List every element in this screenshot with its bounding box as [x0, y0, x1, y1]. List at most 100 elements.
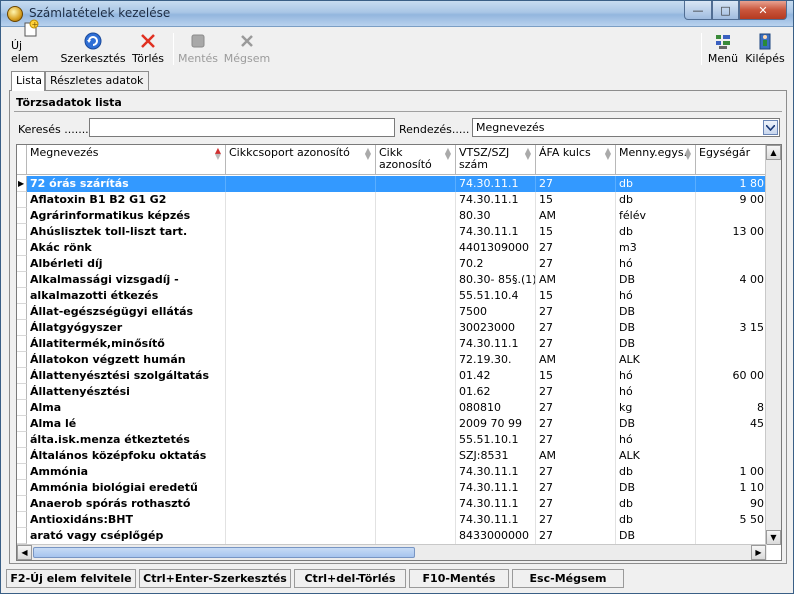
table-cell: db: [616, 464, 696, 480]
scroll-up-icon[interactable]: ▲: [766, 145, 781, 160]
row-indicator[interactable]: [17, 320, 27, 336]
table-cell: 80.30- 85§.(1).i.: [456, 272, 536, 288]
table-row[interactable]: Alma 080810 27 kg 8: [27, 400, 767, 416]
chevron-down-icon[interactable]: [763, 120, 778, 135]
new-item-button[interactable]: + Új elem: [11, 19, 51, 67]
table-row[interactable]: Ammónia biológiai eredetű 74.30.11.1 27 DB 1…: [27, 480, 767, 496]
table-cell: 27: [536, 512, 616, 528]
column-header-name[interactable]: Megnevezés ▲ ▼: [27, 145, 226, 175]
table-row[interactable]: alkalmazotti étkezés 55.51.10.4 15 hó: [27, 288, 767, 304]
row-indicator[interactable]: [17, 528, 27, 544]
title-bar[interactable]: Számlatételek kezelése — □ ✕: [1, 1, 793, 27]
row-indicator[interactable]: [17, 496, 27, 512]
row-indicator[interactable]: [17, 272, 27, 288]
table-row[interactable]: Ammónia 74.30.11.1 27 db 1 00: [27, 464, 767, 480]
save-button[interactable]: Mentés: [178, 31, 218, 67]
minimize-button[interactable]: —: [684, 1, 712, 20]
row-indicator[interactable]: [17, 416, 27, 432]
row-indicator[interactable]: [17, 208, 27, 224]
table-cell: [696, 288, 767, 304]
column-header-group-id[interactable]: Cikkcsoport azonosító ▲ ▼: [226, 145, 376, 175]
horizontal-scrollbar[interactable]: ◀ ▶: [17, 544, 767, 560]
scroll-left-icon[interactable]: ◀: [17, 545, 32, 560]
row-indicator[interactable]: [17, 464, 27, 480]
menu-button[interactable]: Menü: [707, 31, 739, 67]
sort-icon[interactable]: ▲ ▼: [525, 147, 531, 161]
vertical-scrollbar[interactable]: ▲ ▼: [765, 145, 781, 545]
row-indicator[interactable]: ▶: [17, 176, 27, 192]
table-row[interactable]: Állattenyésztési szolgáltatás 01.42 15 hó 60…: [27, 368, 767, 384]
table-row[interactable]: Antioxidáns:BHT 74.30.11.1 27 db 5 50: [27, 512, 767, 528]
row-indicator[interactable]: [17, 224, 27, 240]
exit-label: Kilépés: [745, 52, 785, 65]
table-row[interactable]: Ahúslisztek toll-liszt tart. 74.30.11.1 15…: [27, 224, 767, 240]
close-button[interactable]: ✕: [739, 1, 787, 20]
scroll-down-icon[interactable]: ▼: [766, 530, 781, 545]
table-row[interactable]: Állattenyésztési 01.62 27 hó: [27, 384, 767, 400]
edit-button[interactable]: Szerkesztés: [60, 31, 126, 67]
table-row[interactable]: 72 órás szárítás 74.30.11.1 27 db 1 80: [27, 176, 767, 192]
table-row[interactable]: Alkalmassági vizsgadíj - 80.30- 85§.(1).i…: [27, 272, 767, 288]
row-indicator[interactable]: [17, 400, 27, 416]
row-indicator[interactable]: [17, 368, 27, 384]
shortcut-delete: Ctrl+del-Törlés: [294, 569, 406, 588]
table-cell: 27: [536, 432, 616, 448]
exit-button[interactable]: Kilépés: [745, 31, 785, 67]
row-indicator[interactable]: [17, 240, 27, 256]
table-row[interactable]: Akác rönk 4401309000 27 m3: [27, 240, 767, 256]
tab-details[interactable]: Részletes adatok: [45, 71, 149, 90]
table-cell: 27: [536, 320, 616, 336]
table-row[interactable]: Állatitermék,minősítő 74.30.11.1 27 DB: [27, 336, 767, 352]
sort-icon[interactable]: ▲ ▼: [445, 147, 451, 161]
row-indicator[interactable]: [17, 384, 27, 400]
table-row[interactable]: arató vagy cséplőgép 8433000000 27 DB: [27, 528, 767, 544]
row-indicator[interactable]: [17, 480, 27, 496]
table-row[interactable]: Anaerob spórás rothasztó 74.30.11.1 27 db 90: [27, 496, 767, 512]
row-indicator[interactable]: [17, 448, 27, 464]
table-cell: [376, 528, 456, 544]
table-row[interactable]: Aflatoxin B1 B2 G1 G2 74.30.11.1 15 db 9 00: [27, 192, 767, 208]
row-indicator[interactable]: [17, 288, 27, 304]
table-cell: Állatokon végzett humán: [27, 352, 226, 368]
table-row[interactable]: Állatgyógyszer 30023000 27 DB 3 15: [27, 320, 767, 336]
row-indicator[interactable]: [17, 432, 27, 448]
sort-icon[interactable]: ▲ ▼: [605, 147, 611, 161]
delete-button[interactable]: Törlés: [131, 31, 165, 67]
column-header-unit[interactable]: Menny.egys. ▲ ▼: [616, 145, 696, 175]
row-indicator[interactable]: [17, 256, 27, 272]
sort-select[interactable]: Megnevezés: [472, 118, 780, 137]
table-row[interactable]: Agrárinformatikus képzés 80.30 AM félév: [27, 208, 767, 224]
table-row[interactable]: Állat-egészségügyi ellátás 7500 27 DB: [27, 304, 767, 320]
row-indicator[interactable]: [17, 512, 27, 528]
horizontal-scroll-thumb[interactable]: [33, 547, 415, 558]
table-cell: ALK: [616, 448, 696, 464]
scroll-right-icon[interactable]: ▶: [751, 545, 766, 560]
table-row[interactable]: Albérleti díj 70.2 27 hó: [27, 256, 767, 272]
table-cell: 80.30: [456, 208, 536, 224]
maximize-button[interactable]: □: [712, 1, 739, 20]
table-cell: [376, 240, 456, 256]
table-cell: 74.30.11.1: [456, 496, 536, 512]
table-cell: [226, 384, 376, 400]
sort-icon[interactable]: ▲ ▼: [685, 147, 691, 161]
row-indicator[interactable]: [17, 352, 27, 368]
cancel-button[interactable]: Mégsem: [224, 31, 270, 67]
tab-list[interactable]: Lista: [11, 71, 45, 91]
table-cell: 7500: [456, 304, 536, 320]
table-row[interactable]: álta.isk.menza étkeztetés 55.51.10.1 27 hó: [27, 432, 767, 448]
row-indicator[interactable]: [17, 336, 27, 352]
search-input[interactable]: [89, 118, 395, 137]
column-header-unit-price[interactable]: Egységár: [696, 145, 767, 175]
table-cell: hó: [616, 288, 696, 304]
table-cell: [226, 240, 376, 256]
sort-asc-icon[interactable]: ▲ ▼: [215, 147, 221, 161]
row-indicator[interactable]: [17, 304, 27, 320]
sort-icon[interactable]: ▲ ▼: [365, 147, 371, 161]
row-indicator[interactable]: [17, 192, 27, 208]
table-row[interactable]: Állatokon végzett humán 72.19.30. AM ALK: [27, 352, 767, 368]
column-header-item-id[interactable]: Cikk azonosító ▲ ▼: [376, 145, 456, 175]
table-row[interactable]: Alma lé 2009 70 99 27 DB 45: [27, 416, 767, 432]
column-header-vat[interactable]: ÁFA kulcs ▲ ▼: [536, 145, 616, 175]
table-row[interactable]: Általános középfoku oktatás SZJ:8531 AM ALK: [27, 448, 767, 464]
column-header-vtsz[interactable]: VTSZ/SZJ szám ▲ ▼: [456, 145, 536, 175]
